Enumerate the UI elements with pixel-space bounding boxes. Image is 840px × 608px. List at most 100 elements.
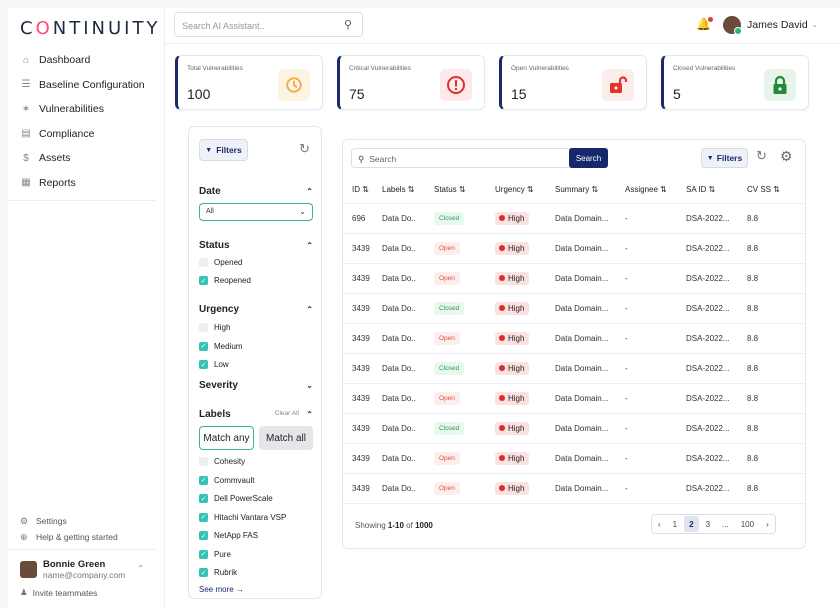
chevron-updown-icon[interactable]: ⌃ xyxy=(137,564,144,580)
checkbox-opened[interactable]: Opened xyxy=(199,258,242,267)
table-row[interactable]: 3439 Data Do.. Open High Data Domain... - DSA-… xyxy=(343,473,805,504)
sort-icon[interactable]: ⇅ xyxy=(457,185,466,194)
checkbox-netapp-fas[interactable]: ✓ NetApp FAS xyxy=(199,531,258,540)
urgency-label: High xyxy=(508,453,525,463)
table-row[interactable]: 3439 Data Do.. Closed High Data Domain... - DS… xyxy=(343,293,805,324)
column-header-status[interactable]: Status ⇅ xyxy=(434,177,495,204)
sidebar-item-reports[interactable]: ▦ Reports xyxy=(20,171,160,196)
cell-text: Data Domain... xyxy=(555,243,609,253)
invite-teammates-link[interactable]: ♟ Invite teammates xyxy=(20,587,97,598)
prev-page-button[interactable]: ‹ xyxy=(653,516,666,532)
column-header-id[interactable]: ID ⇅ xyxy=(343,177,382,204)
checkbox-empty-icon[interactable] xyxy=(199,457,208,466)
sort-icon[interactable]: ⇅ xyxy=(525,185,534,194)
sidebar-item-compliance[interactable]: ▤ Compliance xyxy=(20,122,160,147)
checkbox-rubrik[interactable]: ✓ Rubrik xyxy=(199,568,237,577)
checkbox-checked-icon[interactable]: ✓ xyxy=(199,568,208,577)
table-cell: Data Domain... xyxy=(555,263,625,294)
urgency-dot-icon xyxy=(499,454,505,461)
sidebar-item-dashboard[interactable]: ⌂ Dashboard xyxy=(20,48,160,73)
page-3[interactable]: 3 xyxy=(701,516,715,532)
table-row[interactable]: 3439 Data Do.. Open High Data Domain... - DSA-… xyxy=(343,323,805,354)
sidebar-item-baseline-configuration[interactable]: ☰ Baseline Configuration xyxy=(20,73,160,98)
notification-bell-icon[interactable]: 🔔 xyxy=(696,17,713,31)
column-header-labels[interactable]: Labels ⇅ xyxy=(382,177,434,204)
gear-icon[interactable]: ⚙ xyxy=(780,148,793,165)
table-row[interactable]: 3439 Data Do.. Open High Data Domain... - DSA-… xyxy=(343,263,805,294)
filters-label: Filters xyxy=(216,145,242,155)
checkbox-medium[interactable]: ✓ Medium xyxy=(199,341,242,351)
sidebar-item-vulnerabilities[interactable]: ✶ Vulnerabilities xyxy=(20,97,160,122)
sort-icon[interactable]: ⇅ xyxy=(706,185,716,194)
checkbox-commvault[interactable]: ✓ Commvault xyxy=(199,475,254,485)
checkbox-checked-icon[interactable]: ✓ xyxy=(199,475,208,485)
labels-section-title[interactable]: Labels Clear All ⌃ xyxy=(199,409,313,420)
sidebar-item-assets[interactable]: $ Assets xyxy=(20,146,160,171)
table-row[interactable]: 3439 Data Do.. Open High Data Domain... - DSA-… xyxy=(343,443,805,474)
table-row[interactable]: 3439 Data Do.. Open High Data Domain... - DSA-… xyxy=(343,233,805,264)
ai-search-input[interactable]: Search AI Assistant.. ⚲ xyxy=(174,12,363,37)
sidebar-user[interactable]: Bonnie Green name@company.com ⌃ xyxy=(8,549,156,580)
filter-panel: ▼ Filters ↻ Date ⌃ All ⌄ Status ⌃ Opened ✓ Reo… xyxy=(188,126,322,599)
search-icon[interactable]: ⚲ xyxy=(344,18,352,31)
page-2[interactable]: 2 xyxy=(684,516,699,532)
checkbox-empty-icon[interactable] xyxy=(199,258,208,267)
see-more-link[interactable]: See more → xyxy=(199,585,244,594)
date-select[interactable]: All ⌄ xyxy=(199,203,313,221)
column-header-cv-ss[interactable]: CV SS ⇅ xyxy=(747,177,805,204)
table-cell: Data Domain... xyxy=(555,233,625,264)
status-section-title[interactable]: Status ⌃ xyxy=(199,240,313,251)
baseline-icon: ☰ xyxy=(21,79,31,91)
refresh-icon[interactable]: ↻ xyxy=(756,148,767,164)
column-header-summary[interactable]: Summary ⇅ xyxy=(555,177,625,204)
table-row[interactable]: 3439 Data Do.. Open High Data Domain... - DSA-… xyxy=(343,383,805,414)
refresh-icon[interactable]: ↻ xyxy=(299,141,310,157)
filters-button[interactable]: ▼ Filters xyxy=(199,139,248,161)
checkbox-empty-icon[interactable] xyxy=(199,323,208,332)
checkbox-checked-icon[interactable]: ✓ xyxy=(199,276,208,285)
severity-section-title[interactable]: Severity ⌄ xyxy=(199,380,313,391)
table-row[interactable]: 3439 Data Do.. Closed High Data Domain... - DS… xyxy=(343,413,805,444)
column-header-urgency[interactable]: Urgency ⇅ xyxy=(495,177,555,204)
match-all-button[interactable]: Match all xyxy=(259,426,313,450)
urgency-dot-icon xyxy=(499,424,505,431)
checkbox-pure[interactable]: ✓ Pure xyxy=(199,549,231,559)
checkbox-hitachi-vantara-vsp[interactable]: ✓ Hitachi Vantara VSP xyxy=(199,512,286,522)
checkbox-dell-powerscale[interactable]: ✓ Dell PowerScale xyxy=(199,494,273,503)
match-any-button[interactable]: Match any xyxy=(199,426,254,450)
column-header-assignee[interactable]: Assignee ⇅ xyxy=(625,177,686,204)
next-page-button[interactable]: › xyxy=(761,516,774,532)
sort-icon[interactable]: ⇅ xyxy=(771,185,780,194)
checkbox-checked-icon[interactable]: ✓ xyxy=(199,549,208,559)
checkbox-checked-icon[interactable]: ✓ xyxy=(199,531,208,540)
sort-icon[interactable]: ⇅ xyxy=(406,185,415,194)
sort-icon[interactable]: ⇅ xyxy=(360,185,369,194)
checkbox-cohesity[interactable]: Cohesity xyxy=(199,457,245,466)
sort-icon[interactable]: ⇅ xyxy=(589,185,598,194)
table-row[interactable]: 696 Data Do.. Closed High Data Domain... - DSA… xyxy=(343,203,805,234)
sidebar-item-help[interactable]: ⊕ Help & getting started xyxy=(20,529,160,545)
column-header-sa-id[interactable]: SA ID ⇅ xyxy=(686,177,747,204)
checkbox-low[interactable]: ✓ Low xyxy=(199,360,229,369)
user-menu[interactable]: James David ⌄ xyxy=(723,16,818,35)
urgency-section-title[interactable]: Urgency ⌃ xyxy=(199,304,313,315)
checkbox-checked-icon[interactable]: ✓ xyxy=(199,341,208,351)
checkbox-checked-icon[interactable]: ✓ xyxy=(199,512,208,522)
table-filters-button[interactable]: ▼ Filters xyxy=(701,148,748,168)
table-search-input[interactable]: ⚲ Search Search xyxy=(351,148,608,168)
page-1[interactable]: 1 xyxy=(668,516,682,532)
topbar-user-name: James David xyxy=(747,19,808,31)
checkbox-reopened[interactable]: ✓ Reopened xyxy=(199,276,251,285)
search-button[interactable]: Search xyxy=(569,148,608,168)
sort-icon[interactable]: ⇅ xyxy=(658,185,667,194)
checkbox-checked-icon[interactable]: ✓ xyxy=(199,360,208,369)
cell-text: 8.8 xyxy=(747,333,759,343)
clear-all-link[interactable]: Clear All xyxy=(275,410,299,417)
date-section-title[interactable]: Date ⌃ xyxy=(199,186,313,197)
cell-text: - xyxy=(625,303,628,313)
checkbox-high[interactable]: High xyxy=(199,323,230,332)
table-row[interactable]: 3439 Data Do.. Closed High Data Domain... - DS… xyxy=(343,353,805,384)
page-100[interactable]: 100 xyxy=(736,516,759,532)
checkbox-checked-icon[interactable]: ✓ xyxy=(199,494,208,503)
sidebar-item-settings[interactable]: ⚙ Settings xyxy=(20,513,160,529)
